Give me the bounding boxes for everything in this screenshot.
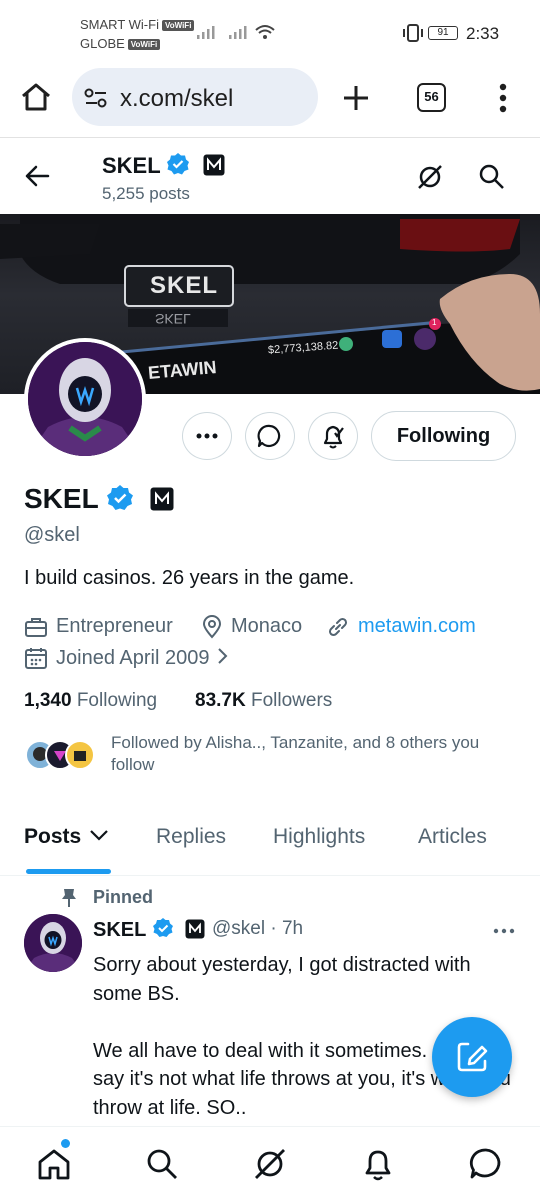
tweet-author-name[interactable]: SKEL [93,917,205,942]
profile-website-link[interactable]: metawin.com [358,615,476,638]
affiliate-badge-icon [185,919,205,939]
messages-icon[interactable] [468,1146,504,1182]
site-settings-icon[interactable] [84,88,108,108]
profile-name: SKEL [24,483,174,515]
tab-replies[interactable]: Replies [156,825,226,849]
following-count-link[interactable]: 1,340 Following [24,690,157,712]
tab-articles[interactable]: Articles [418,825,487,849]
tab-switcher-button[interactable]: 56 [417,83,446,112]
message-button[interactable] [245,412,295,460]
url-text[interactable]: x.com/skel [120,85,233,113]
profile-bio: I build casinos. 26 years in the game. [24,567,355,589]
notifications-bell-icon[interactable] [360,1146,396,1182]
followed-by-text[interactable]: Followed by Alisha.., Tanzanite, and 8 o… [111,732,521,776]
avatar-image [28,342,142,456]
header-title: SKEL [102,152,225,179]
message-bubble-icon [257,424,281,448]
more-horiz-icon [196,433,218,439]
pinned-label: Pinned [93,887,154,907]
battery-indicator: 91 [428,26,458,40]
banner-notif-count: 1 [432,318,437,327]
profile-tabs: Posts Replies Highlights Articles [0,806,540,876]
search-icon[interactable] [144,1146,180,1182]
verified-badge-icon [167,153,190,175]
profile-handle: @skel [24,524,80,546]
bell-check-icon [323,425,344,449]
signal-icon-2 [229,26,247,39]
more-vert-icon[interactable] [496,82,510,114]
tweet-handle-time: @skel · 7h [212,918,304,939]
back-arrow-icon[interactable] [24,164,50,188]
search-icon[interactable] [478,163,506,191]
compose-button[interactable] [432,1017,512,1097]
chevron-right-icon [218,648,228,664]
tab-posts[interactable]: Posts [24,825,109,849]
profile-location: Monaco [231,615,303,637]
home-icon[interactable] [36,1146,72,1182]
calendar-icon [25,648,47,669]
notifications-toggle-button[interactable] [308,412,358,460]
profile-category: Entrepreneur [56,615,173,637]
bottom-navigation [0,1126,540,1200]
followed-by-avatars[interactable] [24,739,100,771]
link-icon [328,617,348,637]
new-tab-icon[interactable] [342,84,370,112]
browser-toolbar: x.com/skel 56 [0,62,540,138]
tab-highlights[interactable]: Highlights [273,825,365,849]
signal-icon [197,26,215,39]
more-options-button[interactable] [182,412,232,460]
status-bar: SMART Wi-Fi VoWiFi GLOBE VoWiFi 91 2:33 [0,0,540,60]
banner-plate-text: SKEL [150,272,219,299]
banner-plate-reflection: SKEL [155,311,191,327]
pin-icon [62,889,76,907]
grok-icon[interactable] [416,163,444,191]
home-icon[interactable] [20,82,52,112]
vibrate-icon [403,24,423,42]
compose-icon [457,1042,488,1072]
tweet-more-icon[interactable] [492,926,516,936]
followers-count-link[interactable]: 83.7K Followers [195,690,332,712]
active-tab-indicator [26,869,111,874]
avatar-image [24,914,82,972]
affiliate-badge-icon [203,154,225,176]
verified-badge-icon [152,918,173,937]
following-button[interactable]: Following [371,411,516,461]
carrier-1: SMART Wi-Fi VoWiFi [80,17,195,32]
location-pin-icon [202,615,222,639]
grok-icon[interactable] [252,1146,288,1182]
profile-joined-date[interactable]: Joined April 2009 [56,646,231,670]
wifi-icon [255,25,275,39]
chevron-down-icon [90,830,108,841]
profile-avatar[interactable] [24,338,146,460]
affiliate-badge-icon [150,487,174,511]
briefcase-icon [25,618,47,637]
verified-badge-icon [106,485,133,510]
profile-top-bar: SKEL 5,255 posts [0,140,540,214]
header-posts-count: 5,255 posts [102,184,190,203]
address-bar[interactable]: x.com/skel [72,68,318,126]
clock: 2:33 [466,24,500,43]
tweet-author-avatar[interactable] [24,914,82,972]
follower-avatar-stack [25,740,95,770]
home-notification-dot [61,1139,70,1148]
carrier-2: GLOBE VoWiFi [80,36,161,51]
